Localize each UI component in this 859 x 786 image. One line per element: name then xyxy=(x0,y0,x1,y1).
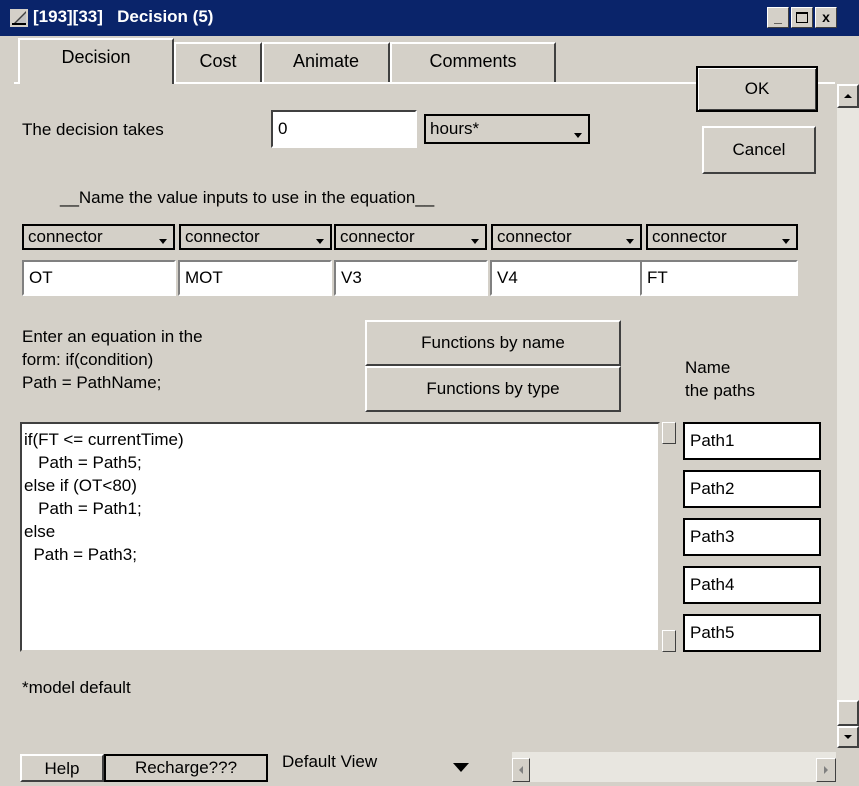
arrow-down-icon xyxy=(844,735,852,739)
equation-line: Path = Path5; xyxy=(24,453,142,472)
path-name-field-1[interactable]: Path1 xyxy=(683,422,821,460)
duration-unit-value: hours* xyxy=(430,119,480,138)
scroll-thumb[interactable] xyxy=(837,700,859,726)
equation-editor[interactable]: if(FT <= currentTime) Path = Path5; else… xyxy=(20,422,660,652)
connector-name-field-3[interactable]: V3 xyxy=(334,260,488,296)
connector-name-field-4[interactable]: V4 xyxy=(490,260,644,296)
chevron-down-icon xyxy=(471,239,479,244)
connector-type-dropdown-2[interactable]: connector xyxy=(179,224,332,250)
scroll-up-button[interactable] xyxy=(837,84,859,108)
decision-dialog: [193][33] Decision (5) _ x Decision Cost… xyxy=(0,0,859,782)
duration-input[interactable]: 0 xyxy=(271,110,417,148)
scroll-right-button[interactable] xyxy=(816,758,836,782)
path-name-field-2[interactable]: Path2 xyxy=(683,470,821,508)
close-button[interactable]: x xyxy=(815,7,837,28)
minimize-button[interactable]: _ xyxy=(767,7,789,28)
ok-button[interactable]: OK xyxy=(696,66,818,112)
connector-name-field-2[interactable]: MOT xyxy=(178,260,332,296)
equation-help-line-2: form: if(condition) xyxy=(22,350,154,369)
equation-help-line-1: Enter an equation in the xyxy=(22,327,203,346)
connector-name-field-5[interactable]: FT xyxy=(640,260,798,296)
arrow-left-icon xyxy=(519,766,523,774)
recharge-button[interactable]: Recharge??? xyxy=(104,754,268,782)
path-name-field-5[interactable]: Path5 xyxy=(683,614,821,652)
connector-type-dropdown-1[interactable]: connector xyxy=(22,224,175,250)
tab-animate[interactable]: Animate xyxy=(262,42,390,82)
equation-scroll-up-button[interactable] xyxy=(662,422,676,444)
functions-by-type-button[interactable]: Functions by type xyxy=(365,366,621,412)
connector-type-value: connector xyxy=(28,227,103,246)
connector-type-value: connector xyxy=(185,227,260,246)
chevron-down-icon xyxy=(626,239,634,244)
equation-scroll-down-button[interactable] xyxy=(662,630,676,652)
duration-label: The decision takes xyxy=(22,120,164,139)
scroll-left-button[interactable] xyxy=(512,758,530,782)
connector-type-dropdown-4[interactable]: connector xyxy=(491,224,642,250)
chevron-down-icon xyxy=(159,239,167,244)
tab-cost[interactable]: Cost xyxy=(174,42,262,82)
connector-type-value: connector xyxy=(652,227,727,246)
equation-scrollbar-track[interactable] xyxy=(662,422,676,652)
equation-line: else if (OT<80) xyxy=(24,476,137,495)
chevron-down-icon xyxy=(316,239,324,244)
view-dropdown-value: Default View xyxy=(282,752,378,771)
tab-comments[interactable]: Comments xyxy=(390,42,556,82)
functions-by-name-button[interactable]: Functions by name xyxy=(365,320,621,366)
equation-line: Path = Path1; xyxy=(24,499,142,518)
maximize-icon xyxy=(796,12,808,23)
connector-type-dropdown-3[interactable]: connector xyxy=(334,224,487,250)
cancel-button[interactable]: Cancel xyxy=(702,126,816,174)
view-dropdown[interactable]: Default View xyxy=(274,752,512,782)
path-name-field-4[interactable]: Path4 xyxy=(683,566,821,604)
window-title: [193][33] Decision (5) xyxy=(33,7,214,26)
horizontal-scrollbar[interactable] xyxy=(512,752,836,782)
inputs-heading: __Name the value inputs to use in the eq… xyxy=(60,188,435,207)
connector-name-field-1[interactable]: OT xyxy=(22,260,176,296)
chevron-down-icon xyxy=(574,133,582,138)
paths-heading-line-1: Name xyxy=(685,358,731,377)
arrow-right-icon xyxy=(824,766,828,774)
title-bar[interactable]: [193][33] Decision (5) _ x xyxy=(0,0,859,36)
app-icon xyxy=(10,9,28,27)
chevron-down-icon xyxy=(782,239,790,244)
arrow-up-icon xyxy=(844,94,852,98)
connector-type-value: connector xyxy=(340,227,415,246)
path-name-field-3[interactable]: Path3 xyxy=(683,518,821,556)
model-default-footnote: *model default xyxy=(22,678,131,697)
chevron-down-icon xyxy=(453,763,469,772)
scroll-down-button[interactable] xyxy=(837,726,859,748)
equation-line: Path = Path3; xyxy=(24,545,137,564)
paths-heading-line-2: the paths xyxy=(685,381,755,400)
connector-type-dropdown-5[interactable]: connector xyxy=(646,224,798,250)
maximize-button[interactable] xyxy=(791,7,813,28)
equation-line: else xyxy=(24,522,56,541)
help-button[interactable]: Help xyxy=(20,754,104,782)
equation-line: if(FT <= currentTime) xyxy=(24,430,184,449)
connector-type-value: connector xyxy=(497,227,572,246)
duration-unit-dropdown[interactable]: hours* xyxy=(424,114,590,144)
right-scrollbar-track[interactable] xyxy=(837,84,859,764)
tab-decision[interactable]: Decision xyxy=(18,38,174,84)
equation-help-line-3: Path = PathName; xyxy=(22,373,162,392)
